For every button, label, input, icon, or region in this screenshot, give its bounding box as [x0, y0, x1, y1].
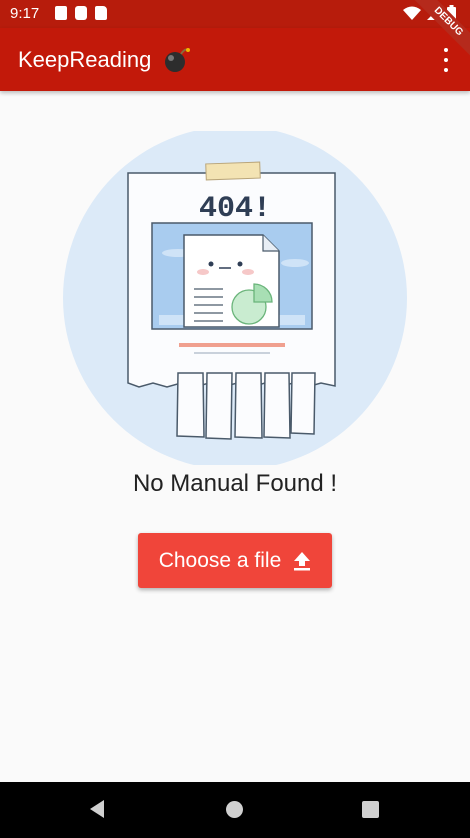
- flipboard-icon: [75, 6, 87, 20]
- choose-file-button[interactable]: Choose a file: [138, 533, 332, 588]
- app-title: KeepReading: [18, 47, 152, 72]
- no-manual-message: No Manual Found !: [132, 470, 338, 497]
- wifi-icon: [403, 6, 421, 20]
- bomb-icon: [165, 48, 190, 72]
- choose-file-label: Choose a file: [158, 548, 282, 572]
- sd-card-icon: [95, 6, 107, 20]
- not-found-illustration: 404!: [63, 131, 407, 465]
- upload-icon: [294, 551, 311, 570]
- status-bar: 9:17: [0, 0, 470, 28]
- recents-icon[interactable]: [362, 801, 379, 818]
- dot: [444, 68, 448, 72]
- dot: [444, 58, 448, 62]
- more-options-button[interactable]: [438, 48, 454, 72]
- status-time: 9:17: [10, 5, 40, 22]
- home-icon[interactable]: [226, 801, 243, 818]
- back-icon[interactable]: [88, 799, 106, 819]
- image-icon: [55, 6, 67, 20]
- app-bar: KeepReading: [0, 28, 470, 91]
- dot: [444, 48, 448, 52]
- illustration-heading: 404!: [199, 192, 271, 226]
- navigation-bar: [0, 782, 470, 838]
- notification-icons: [55, 6, 107, 20]
